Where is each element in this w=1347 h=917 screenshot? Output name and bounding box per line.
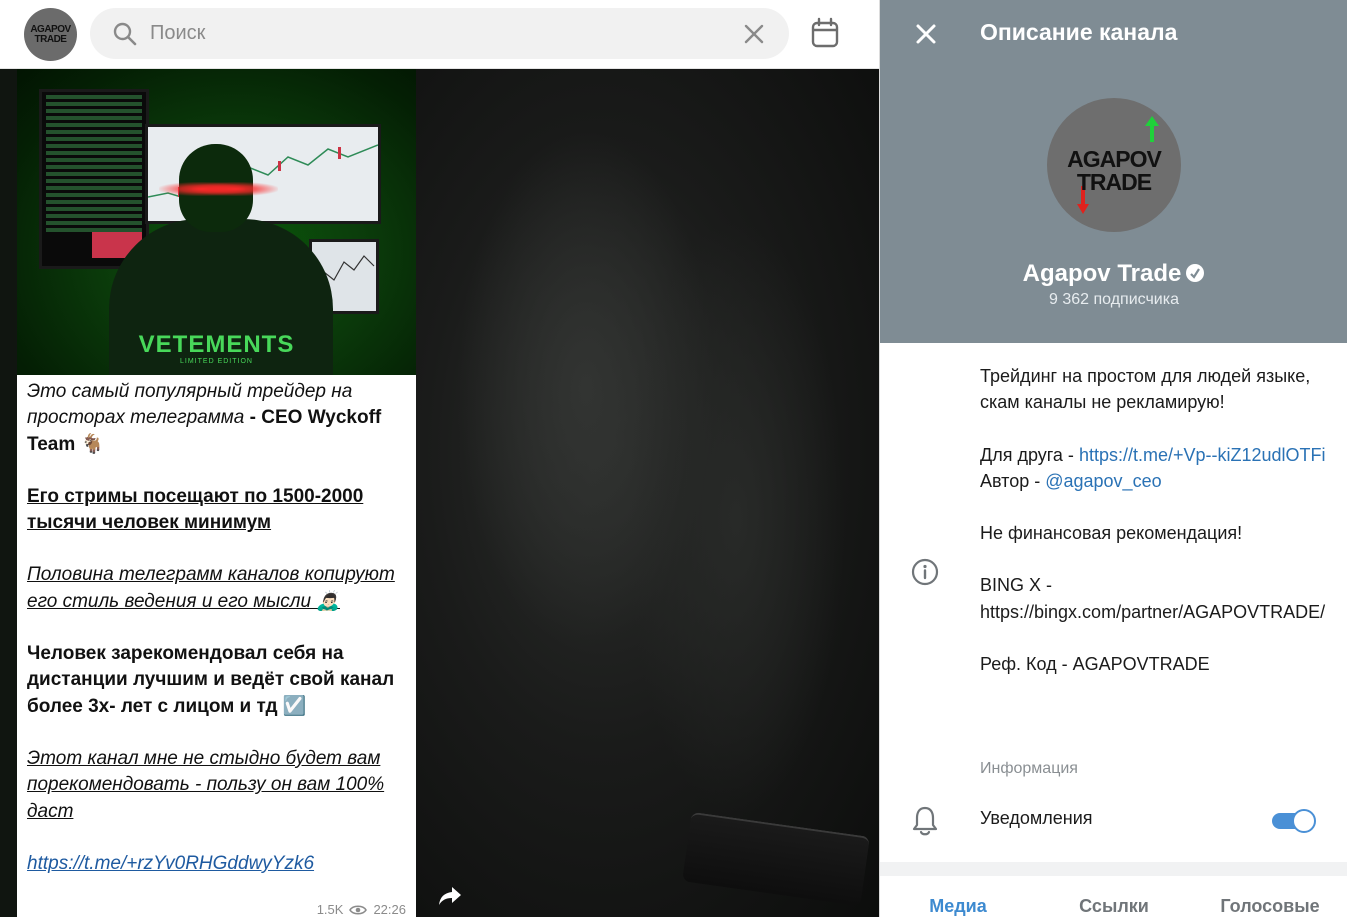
chat-area: AGAPOV TRADE Поиск VETEMENTS LIMITED EDI… <box>0 0 879 917</box>
friend-prefix: Для друга - <box>980 444 1079 465</box>
post-link[interactable]: https://t.me/+rzYv0RHGddwyYzk6 <box>27 853 314 874</box>
close-icon[interactable] <box>914 22 938 46</box>
top-bar: AGAPOV TRADE <box>0 0 879 69</box>
bingx-url: https://bingx.com/partner/AGAPOVTRADE/ <box>980 601 1326 622</box>
description-caption: Информация <box>980 760 1078 777</box>
author-prefix: Автор - <box>980 470 1046 491</box>
notifications-label: Уведомления <box>980 808 1093 828</box>
description-disclaimer: Не финансовая рекомендация! <box>980 523 1243 544</box>
post-paragraph: Его стримы посещают по 1500-2000 тысячи … <box>27 485 364 534</box>
post-meta: 1.5K 22:26 <box>317 902 406 917</box>
author-link[interactable]: @agapov_ceo <box>1045 471 1161 491</box>
post-time: 22:26 <box>373 902 406 917</box>
description-links: Для друга - https://t.me/+Vp--kiZ12udlOT… <box>980 442 1330 495</box>
post-paragraph: Половина телеграмм каналов копируют его … <box>27 564 395 612</box>
logo-text-line2: TRADE <box>1076 169 1152 195</box>
monitor-left <box>39 89 149 269</box>
post-text: Это самый популярный трейдер на простора… <box>27 379 411 903</box>
description-intro: Трейдинг на простом для людей языке, ска… <box>980 366 1311 413</box>
close-icon[interactable] <box>742 22 766 46</box>
tab-media[interactable]: Медиа <box>880 876 1036 917</box>
media-tabs: Медиа Ссылки Голосовые <box>880 876 1347 917</box>
search-input[interactable] <box>150 8 710 59</box>
post-paragraph: Это самый популярный трейдер на простора… <box>27 379 411 458</box>
channel-info-panel: Описание канала AGAPOV TRADE Agapov Trad… <box>879 0 1347 917</box>
channel-avatar[interactable]: AGAPOV TRADE <box>24 8 77 61</box>
laser-eye-right <box>192 182 278 196</box>
subscriber-count: 9 362 подписчика <box>1049 291 1179 308</box>
search-bar[interactable] <box>90 8 789 59</box>
panel-header: Описание канала AGAPOV TRADE Agapov Trad… <box>880 0 1347 343</box>
tab-links[interactable]: Ссылки <box>1036 876 1192 917</box>
calendar-icon[interactable] <box>810 17 840 49</box>
bingx-label: BING X - <box>980 575 1053 596</box>
section-divider <box>880 862 1347 876</box>
panel-title: Описание канала <box>980 19 1178 45</box>
channel-avatar-large[interactable]: AGAPOV TRADE <box>1047 98 1181 232</box>
description-bingx: BING X - https://bingx.com/partner/AGAPO… <box>980 572 1330 625</box>
share-icon[interactable] <box>438 885 462 907</box>
invite-link[interactable]: https://t.me/+Vp--kiZ12udlOTFi <box>1079 445 1326 465</box>
post-paragraph: https://t.me/+rzYv0RHGddwyYzk6 <box>27 851 411 877</box>
logo-arrow-up-icon <box>1145 116 1159 142</box>
shirt-print: VETEMENTS <box>138 331 295 358</box>
bell-icon <box>912 806 938 836</box>
view-count: 1.5K <box>316 902 344 917</box>
eye-icon <box>349 904 368 915</box>
verified-icon <box>1186 264 1205 282</box>
chat-wallpaper-edge <box>0 69 18 917</box>
info-icon <box>911 558 939 586</box>
search-icon[interactable] <box>112 21 138 47</box>
logo-text-line2: TRADE <box>34 34 67 45</box>
chat-wallpaper <box>416 69 879 917</box>
shirt-print-sub: LIMITED EDITION <box>180 358 253 365</box>
channel-name-text: Agapov Trade <box>1022 260 1182 287</box>
post-paragraph: Человек зарекомендовал себя на дистанции… <box>27 643 395 717</box>
logo-text-line1: AGAPOV <box>1067 146 1162 172</box>
channel-post: VETEMENTS LIMITED EDITION Это самый попу… <box>17 69 416 917</box>
channel-description: Трейдинг на простом для людей языке, ска… <box>980 363 1330 677</box>
notifications-toggle[interactable] <box>1272 808 1316 834</box>
post-paragraph: Этот канал мне не стыдно будет вам порек… <box>27 747 385 822</box>
channel-name: Agapov Trade <box>880 260 1347 288</box>
tab-voice[interactable]: Голосовые <box>1192 876 1347 917</box>
post-photo[interactable]: VETEMENTS LIMITED EDITION <box>17 69 416 375</box>
description-ref-code: Реф. Код - AGAPOVTRADE <box>980 654 1210 675</box>
